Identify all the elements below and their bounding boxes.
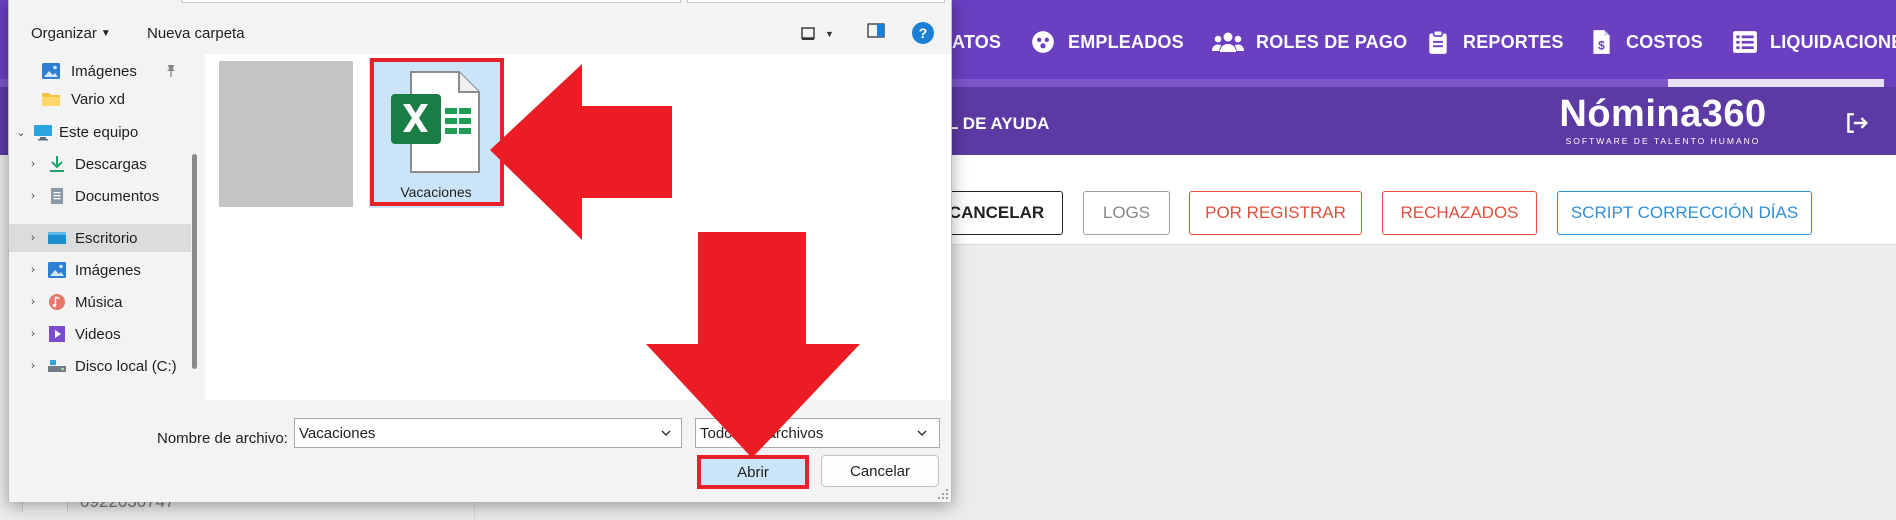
chevron-right-icon[interactable]: › [27, 264, 39, 276]
rechazados-button[interactable]: RECHAZADOS [1382, 191, 1537, 235]
nav-item-contratos[interactable]: ATOS [952, 26, 1001, 58]
dialog-footer: Nombre de archivo: Vacaciones Todos los … [9, 400, 951, 502]
tree-item-imagenes[interactable]: › Imágenes [9, 256, 191, 284]
tree-item-vario-xd[interactable]: Vario xd [9, 85, 191, 113]
tree-item-imagenes-quick[interactable]: Imágenes [9, 57, 191, 85]
filename-label: Nombre de archivo: [157, 430, 288, 447]
svg-text:$: $ [1598, 39, 1605, 53]
file-thumbnail-placeholder[interactable] [219, 61, 353, 207]
brand-name: Nómina360 [1559, 93, 1767, 135]
pin-icon [167, 65, 175, 77]
file-list-pane: Vacaciones [205, 54, 951, 400]
computer-icon [33, 123, 53, 141]
filename-input[interactable]: Vacaciones [294, 418, 682, 448]
logout-icon[interactable] [1843, 110, 1869, 136]
chevron-down-icon[interactable]: ⌄ [15, 126, 27, 139]
music-icon [47, 293, 67, 311]
nav-item-label: ROLES DE PAGO [1256, 31, 1408, 52]
nav-item-empleados[interactable]: EMPLEADOS [1030, 26, 1184, 58]
pictures-icon [41, 62, 61, 80]
documents-icon [47, 187, 67, 205]
chevron-right-icon[interactable]: › [27, 328, 39, 340]
preview-pane-icon[interactable] [867, 23, 889, 45]
clipboard-icon [1425, 29, 1451, 55]
nav-item-label: COSTOS [1626, 31, 1703, 52]
users-group-icon [1212, 29, 1244, 55]
list-icon [1732, 29, 1758, 55]
drive-icon [47, 357, 67, 375]
tree-item-descargas[interactable]: › Descargas [9, 150, 191, 178]
script-correccion-dias-button[interactable]: SCRIPT CORRECCIÓN DÍAS [1557, 191, 1812, 235]
nav-item-costos[interactable]: $ COSTOS [1588, 26, 1703, 58]
column-divider [474, 500, 475, 520]
cost-document-icon: $ [1588, 29, 1614, 55]
por-registrar-button[interactable]: POR REGISTRAR [1189, 191, 1362, 235]
navigation-pane: Imágenes Vario xd ⌄ Este equipo › Descar… [9, 54, 205, 400]
tree-item-videos[interactable]: › Videos [9, 320, 191, 348]
help-icon[interactable]: ? [912, 22, 934, 44]
tree-item-label: Imágenes [71, 62, 137, 80]
chevron-right-icon[interactable]: › [27, 360, 39, 372]
tree-item-este-equipo[interactable]: ⌄ Este equipo [9, 118, 191, 146]
nav-item-label: EMPLEADOS [1068, 31, 1184, 52]
tree-item-label: Disco local (C:) [75, 357, 177, 375]
filetype-select[interactable]: Todos los archivos [695, 418, 940, 448]
chevron-down-icon[interactable] [659, 426, 673, 440]
new-folder-button[interactable]: Nueva carpeta [147, 25, 245, 42]
nav-item-label: LIQUIDACIONE [1770, 31, 1896, 52]
brand-tagline: SOFTWARE DE TALENTO HUMANO [1565, 136, 1761, 146]
chevron-right-icon[interactable]: › [27, 158, 39, 170]
command-bar: Organizar ▼ Nueva carpeta ▼ ? [9, 14, 951, 54]
cancel-button[interactable]: Cancelar [821, 455, 939, 487]
view-options-button[interactable]: ▼ [801, 23, 841, 45]
chevron-right-icon[interactable]: › [27, 232, 39, 244]
chevron-right-icon[interactable]: › [27, 190, 39, 202]
chevron-right-icon[interactable]: › [27, 296, 39, 308]
nav-active-indicator [1668, 79, 1884, 87]
folder-icon [41, 90, 61, 108]
logs-button[interactable]: LOGS [1083, 191, 1170, 235]
organize-label: Organizar [31, 25, 97, 42]
tree-item-label: Descargas [75, 155, 147, 173]
file-open-dialog: Organizar ▼ Nueva carpeta ▼ ? Imágenes V… [8, 0, 952, 502]
nav-item-label: ATOS [952, 31, 1002, 52]
nav-item-liquidaciones[interactable]: LIQUIDACIONE [1732, 26, 1896, 58]
chevron-down-icon[interactable] [915, 426, 929, 440]
download-icon [47, 155, 67, 173]
search-box[interactable] [687, 0, 945, 3]
employees-icon [1030, 29, 1056, 55]
nav-item-label: REPORTES [1463, 31, 1564, 52]
organize-menu[interactable]: Organizar ▼ [31, 25, 111, 42]
tree-item-musica[interactable]: › Música [9, 288, 191, 316]
caret-down-icon: ▼ [100, 28, 111, 39]
resize-grip-icon[interactable] [937, 488, 949, 500]
brand-logo: Nómina360 SOFTWARE DE TALENTO HUMANO [1548, 94, 1778, 146]
tree-item-escritorio[interactable]: › Escritorio [9, 224, 191, 252]
tree-item-documentos[interactable]: › Documentos [9, 182, 191, 210]
tree-item-label: Vario xd [71, 90, 125, 108]
tree-item-label: Videos [75, 325, 121, 343]
navigation-scrollbar[interactable] [192, 154, 197, 369]
tree-item-label: Este equipo [59, 123, 139, 141]
view-icon [801, 27, 815, 40]
tree-item-disco-local[interactable]: › Disco local (C:) [9, 352, 191, 380]
desktop-icon [47, 229, 67, 247]
nav-item-reportes[interactable]: REPORTES [1425, 26, 1564, 58]
tree-item-label: Escritorio [75, 229, 138, 247]
tree-item-label: Documentos [75, 187, 160, 205]
help-panel-link[interactable]: L DE AYUDA [948, 114, 1049, 134]
open-button[interactable]: Abrir [697, 455, 809, 489]
tree-item-label: Imágenes [75, 261, 141, 279]
file-highlight-box [370, 58, 504, 206]
caret-down-icon: ▼ [825, 29, 834, 39]
address-bar[interactable] [181, 0, 681, 3]
videos-icon [47, 325, 67, 343]
pictures-icon [47, 261, 67, 279]
tree-item-label: Música [75, 293, 123, 311]
nav-item-roles-de-pago[interactable]: ROLES DE PAGO [1212, 26, 1407, 58]
